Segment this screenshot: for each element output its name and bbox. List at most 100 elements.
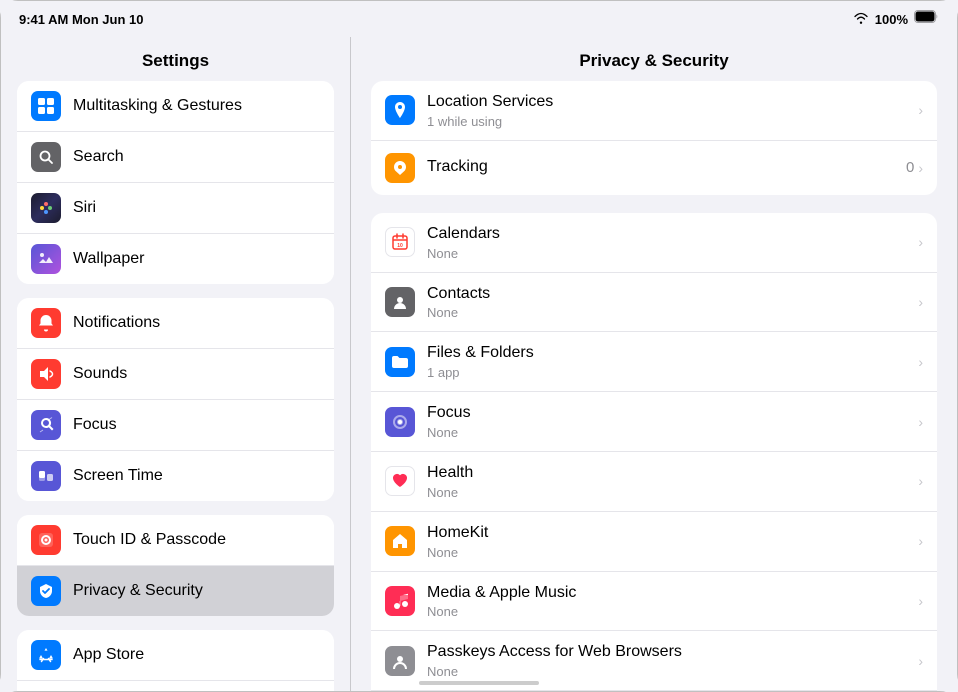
list-item-tracking[interactable]: Tracking 0 › [371, 141, 937, 195]
contacts-title: Contacts [427, 284, 918, 305]
sidebar-item-focus[interactable]: Focus [17, 400, 334, 451]
main-container: Settings Multitasking & Gestures [1, 37, 957, 691]
tracking-text: Tracking [427, 157, 906, 178]
sidebar-scroll[interactable]: Multitasking & Gestures Search [1, 81, 350, 691]
sidebar-item-multitasking[interactable]: Multitasking & Gestures [17, 81, 334, 132]
calendars-title: Calendars [427, 224, 918, 245]
homekit-title: HomeKit [427, 523, 918, 544]
list-item-contacts[interactable]: Contacts None › [371, 273, 937, 333]
panel-scroll[interactable]: Location Services 1 while using › [351, 81, 957, 691]
list-item-health[interactable]: Health None › [371, 452, 937, 512]
privacy-icon [31, 576, 61, 606]
sidebar-item-wallpaper[interactable]: Wallpaper [17, 234, 334, 284]
files-right: › [918, 354, 923, 370]
siri-label: Siri [73, 199, 96, 217]
passkeys-right: › [918, 653, 923, 669]
media-music-icon [385, 586, 415, 616]
screentime-label: Screen Time [73, 467, 163, 485]
permissions-section: 10 Calendars None › [371, 213, 937, 691]
location-services-icon [385, 95, 415, 125]
notifications-label: Notifications [73, 314, 160, 332]
top-section: Location Services 1 while using › [371, 81, 937, 195]
chevron-icon: › [918, 414, 923, 430]
sidebar-item-notifications[interactable]: Notifications [17, 298, 334, 349]
screentime-icon [31, 461, 61, 491]
homekit-subtitle: None [427, 545, 918, 560]
appstore-icon [31, 640, 61, 670]
homekit-right: › [918, 533, 923, 549]
chevron-icon: › [918, 234, 923, 250]
sidebar-title: Settings [1, 37, 350, 81]
list-item-media-music[interactable]: Media & Apple Music None › [371, 572, 937, 632]
appstore-label: App Store [73, 646, 144, 664]
sidebar-item-siri[interactable]: Siri [17, 183, 334, 234]
sidebar-item-screentime[interactable]: Screen Time [17, 451, 334, 501]
search-icon [31, 142, 61, 172]
battery-percent: 100% [875, 12, 908, 27]
homekit-text: HomeKit None [427, 523, 918, 560]
health-icon [385, 466, 415, 496]
sidebar-item-touchid[interactable]: Touch ID & Passcode [17, 515, 334, 566]
passkeys-icon [385, 646, 415, 676]
health-right: › [918, 473, 923, 489]
passkeys-title: Passkeys Access for Web Browsers [427, 642, 918, 663]
media-music-text: Media & Apple Music None [427, 583, 918, 620]
contacts-icon [385, 287, 415, 317]
passkeys-text: Passkeys Access for Web Browsers None [427, 642, 918, 679]
list-item-focus-perm[interactable]: Focus None › [371, 392, 937, 452]
location-services-text: Location Services 1 while using [427, 92, 918, 129]
status-time: 9:41 AM Mon Jun 10 [19, 12, 143, 27]
files-text: Files & Folders 1 app [427, 343, 918, 380]
sidebar-item-sounds[interactable]: Sounds [17, 349, 334, 400]
media-music-right: › [918, 593, 923, 609]
sidebar-item-privacy[interactable]: Privacy & Security [17, 566, 334, 616]
chevron-icon: › [918, 294, 923, 310]
list-item-homekit[interactable]: HomeKit None › [371, 512, 937, 572]
chevron-icon: › [918, 160, 923, 176]
chevron-icon: › [918, 653, 923, 669]
focus-icon [31, 410, 61, 440]
main-panel: Privacy & Security Location Services 1 w… [351, 37, 957, 691]
location-services-right: › [918, 102, 923, 118]
files-icon [385, 347, 415, 377]
focus-label: Focus [73, 416, 117, 434]
files-title: Files & Folders [427, 343, 918, 364]
focus-perm-subtitle: None [427, 425, 918, 440]
list-item-location-services[interactable]: Location Services 1 while using › [371, 81, 937, 141]
chevron-icon: › [918, 102, 923, 118]
sidebar-item-search[interactable]: Search [17, 132, 334, 183]
calendars-right: › [918, 234, 923, 250]
privacy-label: Privacy & Security [73, 582, 203, 600]
multitasking-label: Multitasking & Gestures [73, 97, 242, 115]
passkeys-subtitle: None [427, 664, 918, 679]
contacts-right: › [918, 294, 923, 310]
sidebar: Settings Multitasking & Gestures [1, 37, 351, 691]
tracking-badge: 0 [906, 159, 914, 176]
sidebar-item-appstore[interactable]: App Store [17, 630, 334, 681]
wallpaper-label: Wallpaper [73, 250, 144, 268]
tracking-title: Tracking [427, 157, 906, 178]
focus-perm-title: Focus [427, 403, 918, 424]
focus-perm-text: Focus None [427, 403, 918, 440]
status-right: 100% [853, 10, 939, 28]
wallpaper-icon [31, 244, 61, 274]
multitasking-icon [31, 91, 61, 121]
sidebar-item-gamecenter[interactable]: Game Center [17, 681, 334, 691]
home-indicator [419, 681, 539, 685]
calendars-subtitle: None [427, 246, 918, 261]
notifications-icon [31, 308, 61, 338]
health-title: Health [427, 463, 918, 484]
focus-perm-icon [385, 407, 415, 437]
touchid-icon [31, 525, 61, 555]
chevron-icon: › [918, 354, 923, 370]
list-item-files-folders[interactable]: Files & Folders 1 app › [371, 332, 937, 392]
sounds-label: Sounds [73, 365, 127, 383]
location-services-subtitle: 1 while using [427, 114, 918, 129]
chevron-icon: › [918, 533, 923, 549]
wifi-icon [853, 12, 869, 27]
list-item-calendars[interactable]: 10 Calendars None › [371, 213, 937, 273]
contacts-subtitle: None [427, 305, 918, 320]
files-subtitle: 1 app [427, 365, 918, 380]
media-music-title: Media & Apple Music [427, 583, 918, 604]
status-bar: 9:41 AM Mon Jun 10 100% [1, 1, 957, 37]
